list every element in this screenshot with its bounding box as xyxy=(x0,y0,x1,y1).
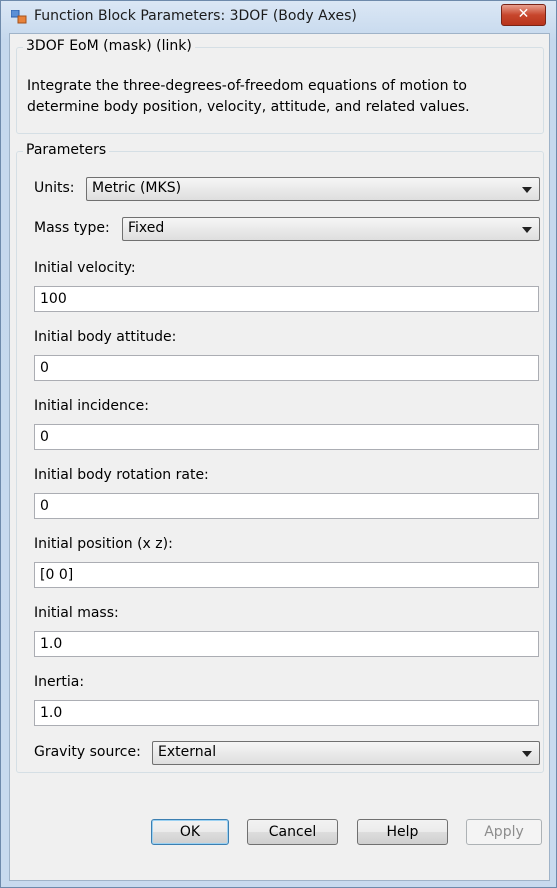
parameters-group: Parameters xyxy=(16,142,544,773)
simulink-block-icon xyxy=(11,10,27,24)
initial-body-rotation-rate-label: Initial body rotation rate: xyxy=(34,467,209,483)
block-description: Integrate the three-degrees-of-freedom e… xyxy=(27,78,470,115)
inertia-label: Inertia: xyxy=(34,674,85,690)
dialog-body: 3DOF EoM (mask) (link) Integrate the thr… xyxy=(9,33,550,881)
initial-mass-label: Initial mass: xyxy=(34,605,119,621)
ok-button[interactable]: OK xyxy=(151,819,229,845)
initial-body-attitude-label: Initial body attitude: xyxy=(34,329,177,345)
initial-velocity-field[interactable] xyxy=(34,286,539,312)
chevron-down-icon xyxy=(522,187,532,193)
parameters-legend: Parameters xyxy=(23,142,110,158)
block-header: 3DOF EoM (mask) (link) xyxy=(23,38,195,54)
initial-incidence-label: Initial incidence: xyxy=(34,398,149,414)
block-description-group: 3DOF EoM (mask) (link) Integrate the thr… xyxy=(16,38,544,134)
help-button[interactable]: Help xyxy=(357,819,448,845)
gravity-source-dropdown[interactable]: External xyxy=(152,741,540,765)
chevron-down-icon xyxy=(522,751,532,757)
units-label: Units: xyxy=(34,180,75,196)
gravity-source-label: Gravity source: xyxy=(34,744,141,760)
dialog-window: Function Block Parameters: 3DOF (Body Ax… xyxy=(0,0,557,888)
mass-type-dropdown[interactable]: Fixed xyxy=(122,217,540,241)
apply-button[interactable]: Apply xyxy=(466,819,542,845)
chevron-down-icon xyxy=(522,227,532,233)
initial-position-label: Initial position (x z): xyxy=(34,536,173,552)
mass-type-value: Fixed xyxy=(128,220,165,236)
title-bar[interactable]: Function Block Parameters: 3DOF (Body Ax… xyxy=(1,1,556,33)
initial-body-rotation-rate-field[interactable] xyxy=(34,493,539,519)
initial-position-field[interactable] xyxy=(34,562,539,588)
mass-type-label: Mass type: xyxy=(34,220,110,236)
initial-mass-field[interactable] xyxy=(34,631,539,657)
window-title: Function Block Parameters: 3DOF (Body Ax… xyxy=(34,8,357,24)
initial-incidence-field[interactable] xyxy=(34,424,539,450)
units-dropdown[interactable]: Metric (MKS) xyxy=(86,177,540,201)
cancel-button[interactable]: Cancel xyxy=(247,819,338,845)
initial-velocity-label: Initial velocity: xyxy=(34,260,136,276)
close-button[interactable]: ✕ xyxy=(501,4,546,26)
initial-body-attitude-field[interactable] xyxy=(34,355,539,381)
units-value: Metric (MKS) xyxy=(92,180,182,196)
gravity-source-value: External xyxy=(158,744,217,760)
inertia-field[interactable] xyxy=(34,700,539,726)
